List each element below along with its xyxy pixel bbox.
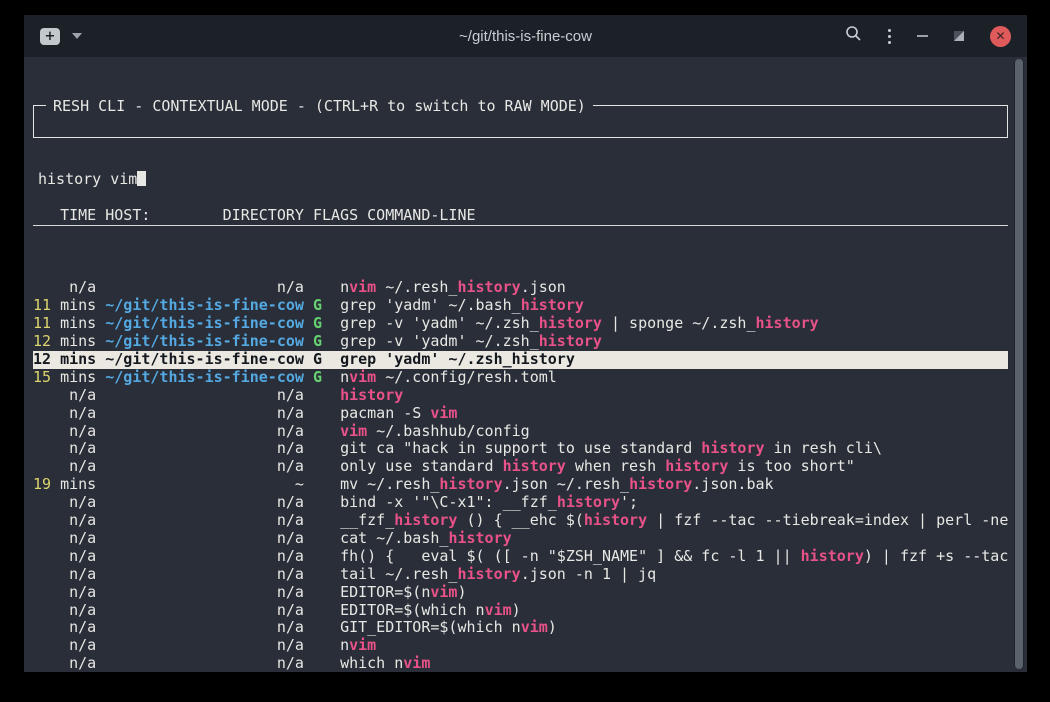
search-query-text: history vim xyxy=(38,170,137,188)
table-row[interactable]: 11 mins ~/git/this-is-fine-cow G grep -v… xyxy=(33,315,1008,333)
window-title: ~/git/this-is-fine-cow xyxy=(230,28,821,45)
resh-header-box: RESH CLI - CONTEXTUAL MODE - (CTRL+R to … xyxy=(33,105,1008,138)
table-row[interactable]: n/a n/a nvim xyxy=(33,637,1008,655)
restore-button[interactable] xyxy=(954,31,964,41)
table-row[interactable]: n/a n/a tail ~/.resh_history.json -n 1 |… xyxy=(33,566,1008,584)
table-row[interactable]: 12 mins ~/git/this-is-fine-cow G grep -v… xyxy=(33,333,1008,351)
minimize-button[interactable] xyxy=(917,35,928,37)
table-row[interactable]: 12 mins ~/git/this-is-fine-cow G grep 'y… xyxy=(33,351,1008,369)
table-row[interactable]: n/a n/a nvim ~/.resh_history.json xyxy=(33,279,1008,297)
resh-mode-title: RESH CLI - CONTEXTUAL MODE - (CTRL+R to … xyxy=(46,97,593,115)
table-row[interactable]: n/a n/a bind -x '"\C-x1": __fzf_history'… xyxy=(33,494,1008,512)
new-tab-button[interactable]: + xyxy=(40,28,60,45)
table-row[interactable]: n/a n/a git ca "hack in support to use s… xyxy=(33,440,1008,458)
text-cursor-block xyxy=(137,171,146,186)
titlebar-right-group: ✕ xyxy=(821,25,1011,47)
history-rows: n/a n/a nvim ~/.resh_history.json11 mins… xyxy=(33,279,1008,672)
table-row[interactable]: n/a n/a vim ~/.bashhub/config xyxy=(33,423,1008,441)
table-row[interactable]: n/a n/a cat ~/.bash_history xyxy=(33,530,1008,548)
table-row[interactable]: n/a n/a EDITOR=$(nvim) xyxy=(33,584,1008,602)
search-icon[interactable] xyxy=(845,25,862,47)
table-row[interactable]: n/a n/a fh() { eval $( ([ -n "$ZSH_NAME"… xyxy=(33,548,1008,566)
table-row[interactable]: n/a n/a history xyxy=(33,387,1008,405)
table-row[interactable]: 11 mins ~/git/this-is-fine-cow G grep 'y… xyxy=(33,297,1008,315)
chevron-down-icon[interactable] xyxy=(72,33,82,39)
table-row[interactable]: n/a n/a only use standard history when r… xyxy=(33,458,1008,476)
close-button[interactable]: ✕ xyxy=(990,26,1011,47)
scrollbar[interactable] xyxy=(1014,59,1024,669)
titlebar-left-group: + xyxy=(40,28,230,45)
table-row[interactable]: 15 mins ~/git/this-is-fine-cow G nvim ~/… xyxy=(33,369,1008,387)
table-row[interactable]: n/a n/a __fzf_history () { __ehc $(histo… xyxy=(33,512,1008,530)
terminal-window: + ~/git/this-is-fine-cow ✕ RESH CLI - CO… xyxy=(24,15,1027,672)
menu-kebab-icon[interactable] xyxy=(888,29,891,44)
table-row[interactable]: 19 mins ~ mv ~/.resh_history.json ~/.res… xyxy=(33,476,1008,494)
table-row[interactable]: n/a n/a which nvim xyxy=(33,655,1008,672)
titlebar: + ~/git/this-is-fine-cow ✕ xyxy=(24,15,1027,57)
table-row[interactable]: n/a n/a EDITOR=$(which nvim) xyxy=(33,602,1008,620)
table-row[interactable]: n/a n/a pacman -S vim xyxy=(33,405,1008,423)
search-input[interactable]: history vim xyxy=(38,170,1003,188)
terminal-content: RESH CLI - CONTEXTUAL MODE - (CTRL+R to … xyxy=(28,57,1008,672)
scrollbar-thumb[interactable] xyxy=(1015,59,1023,669)
table-row[interactable]: n/a n/a GIT_EDITOR=$(which nvim) xyxy=(33,619,1008,637)
